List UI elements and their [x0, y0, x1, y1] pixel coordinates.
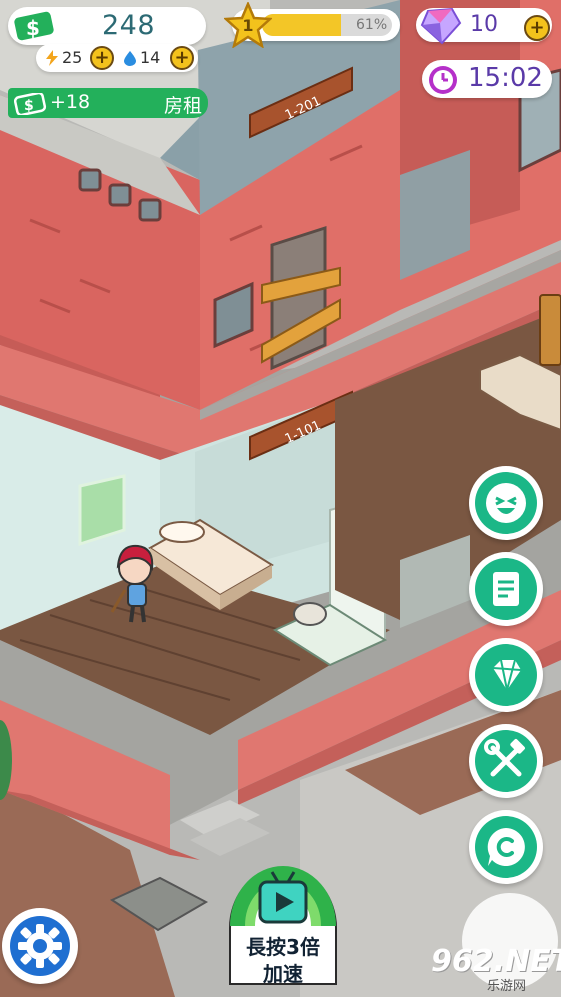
- gem-shop-button[interactable]: [469, 638, 543, 712]
- settings-button[interactable]: [2, 908, 78, 984]
- toilet[interactable]: [293, 602, 327, 626]
- rent-label: 房租: [164, 95, 203, 117]
- gem-value: 10: [470, 12, 498, 37]
- tasks-button[interactable]: [469, 552, 543, 626]
- cash-icon: $: [14, 93, 47, 115]
- speed-up-label-line2: 加速: [263, 962, 303, 986]
- gear-icon: [10, 916, 70, 976]
- add-energy-button[interactable]: +: [90, 46, 114, 70]
- water-drop-icon: [124, 51, 136, 66]
- svg-text:$: $: [24, 98, 34, 114]
- level-number: 1: [242, 16, 254, 35]
- speed-up-label-line1: 長按3倍: [246, 935, 320, 959]
- laughing-face-icon: [486, 483, 526, 523]
- gem-icon: [420, 7, 462, 45]
- svg-text:$: $: [26, 16, 40, 40]
- lightning-icon: [46, 50, 58, 66]
- xp-percent: 61%: [356, 17, 388, 33]
- energy-value: 25: [62, 48, 83, 67]
- diamond-icon: [492, 659, 522, 691]
- watermark-subtext: 乐游网: [487, 979, 527, 994]
- wrench-hammer-icon: [484, 739, 525, 777]
- copyright-coin-icon: [487, 828, 525, 866]
- build-button[interactable]: [469, 724, 543, 798]
- add-gems-button[interactable]: +: [524, 15, 550, 41]
- clock-time: 15:02: [468, 63, 543, 93]
- resource-counter: 25 + 14 +: [36, 44, 198, 72]
- notepad-icon: [493, 572, 519, 606]
- cash-icon: $: [12, 9, 57, 43]
- emoji-button[interactable]: [469, 466, 543, 540]
- rent-amount: +18: [50, 91, 91, 113]
- add-water-button[interactable]: +: [170, 46, 194, 70]
- rent-income-banner: $ +18 房租: [8, 88, 208, 118]
- coin-button[interactable]: [469, 810, 543, 884]
- watermark-text: 962.NET: [431, 944, 561, 979]
- money-value: 248: [102, 10, 156, 41]
- water-value: 14: [140, 48, 161, 67]
- xp-progress-fill: [262, 14, 342, 36]
- clock-icon: [429, 66, 457, 94]
